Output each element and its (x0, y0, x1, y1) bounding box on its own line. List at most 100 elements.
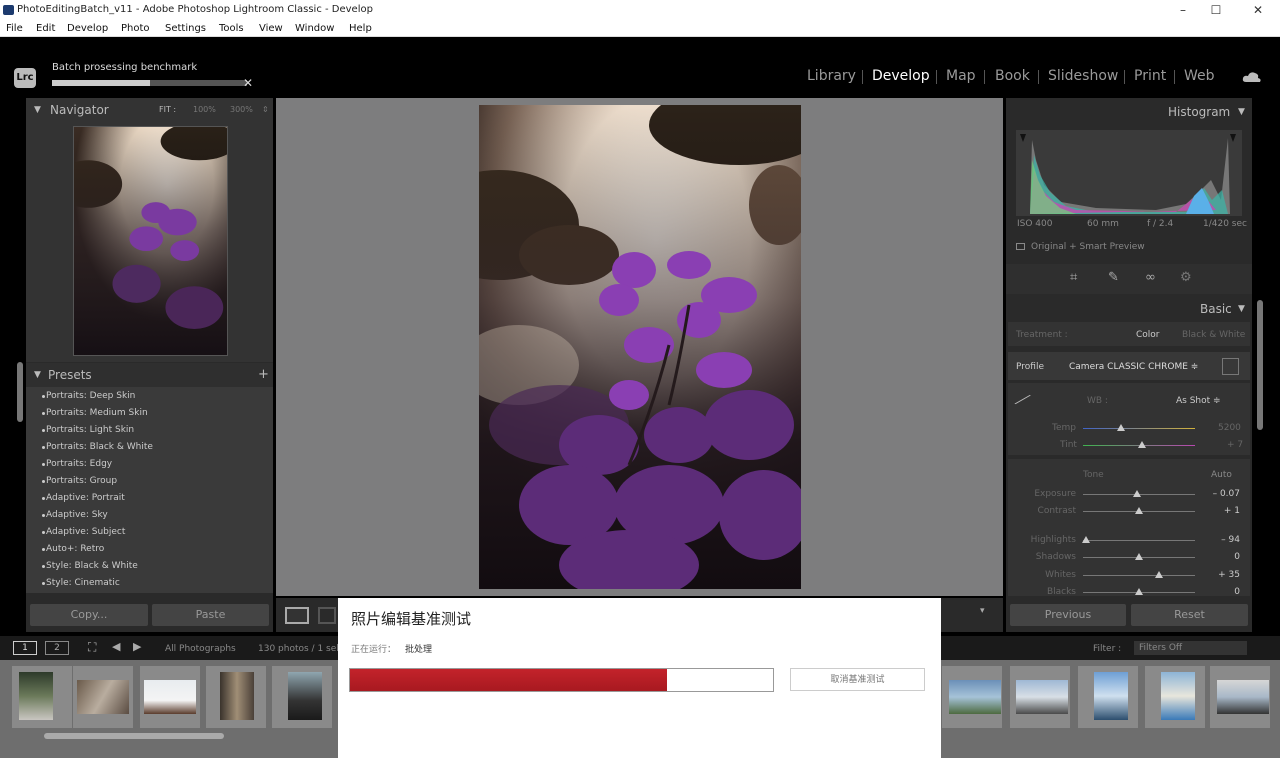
filmstrip-thumbnail[interactable] (144, 680, 196, 714)
tint-value[interactable]: + 7 (1227, 440, 1243, 450)
preset-item[interactable]: Portraits: Deep Skin (41, 391, 135, 401)
tone-slider-knob[interactable] (1135, 553, 1143, 560)
add-preset-icon[interactable]: + (258, 363, 269, 387)
maximize-button[interactable]: ☐ (1201, 0, 1231, 20)
filmstrip-source[interactable]: All Photographs (165, 644, 236, 654)
zoom-300[interactable]: 300% (230, 98, 253, 122)
menu-develop[interactable]: Develop (67, 20, 108, 37)
profile-browser-icon[interactable] (1222, 358, 1239, 375)
tone-slider-knob[interactable] (1155, 571, 1164, 578)
temp-slider[interactable] (1083, 428, 1195, 429)
tone-slider-value[interactable]: 0 (1234, 552, 1240, 562)
paste-button[interactable]: Paste (152, 604, 269, 626)
treatment-bw-option[interactable]: Black & White (1182, 330, 1245, 340)
tint-slider-knob[interactable] (1138, 441, 1146, 448)
menu-view[interactable]: View (259, 20, 283, 37)
menu-settings[interactable]: Settings (165, 20, 206, 37)
copy-button[interactable]: Copy... (30, 604, 148, 626)
temp-slider-knob[interactable] (1117, 424, 1125, 431)
filmstrip-thumbnail[interactable] (220, 672, 254, 720)
menu-photo[interactable]: Photo (121, 20, 150, 37)
preset-item[interactable]: Portraits: Medium Skin (42, 408, 148, 418)
module-develop[interactable]: Develop (872, 68, 930, 84)
loupe-view-icon[interactable] (285, 607, 309, 624)
histogram-graph[interactable] (1016, 130, 1242, 216)
cancel-benchmark-button[interactable]: 取消基准测试 (790, 668, 925, 691)
filmstrip-scrollbar[interactable] (44, 733, 224, 739)
filmstrip-thumbnail[interactable] (1161, 672, 1195, 720)
filmstrip-thumbnail[interactable] (288, 672, 322, 720)
tone-slider-value[interactable]: 0 (1234, 587, 1240, 597)
forward-arrow-icon[interactable]: ▶ (133, 640, 141, 653)
masking-icon[interactable]: ⚙ (1180, 270, 1192, 285)
module-library[interactable]: Library (807, 68, 856, 84)
tone-slider-value[interactable]: + 35 (1218, 570, 1240, 580)
histogram-header[interactable]: Histogram ▼ (1006, 100, 1252, 124)
reset-button[interactable]: Reset (1131, 604, 1248, 626)
page-1-button[interactable]: 1 (13, 641, 37, 655)
wb-dropdown[interactable]: As Shot ≑ (1176, 396, 1221, 406)
compare-view-icon[interactable] (318, 607, 336, 624)
tone-slider-knob[interactable] (1135, 588, 1143, 595)
close-button[interactable]: ✕ (1243, 0, 1273, 20)
preset-item[interactable]: Portraits: Light Skin (41, 425, 134, 435)
minimize-button[interactable]: – (1168, 0, 1198, 20)
preset-item[interactable]: Portraits: Group (41, 476, 117, 486)
left-scrollbar[interactable] (17, 362, 23, 422)
preset-item[interactable]: Adaptive: Portrait (42, 493, 125, 503)
module-slideshow[interactable]: Slideshow (1048, 68, 1118, 84)
preset-item[interactable]: Adaptive: Subject (41, 527, 125, 537)
filmstrip-thumbnail[interactable] (77, 680, 129, 714)
cloud-sync-icon[interactable] (1242, 70, 1262, 84)
zoom-fit[interactable]: FIT : (159, 98, 176, 122)
filmstrip-thumbnail[interactable] (1217, 680, 1269, 714)
filmstrip-thumbnail[interactable] (1094, 672, 1128, 720)
basic-header[interactable]: Basic ▼ (1006, 297, 1252, 321)
treatment-color-option[interactable]: Color (1136, 330, 1160, 340)
crop-tool-icon[interactable]: ⌗ (1070, 270, 1077, 285)
tone-slider-track[interactable] (1083, 540, 1195, 541)
module-print[interactable]: Print (1134, 68, 1166, 84)
zoom-dropdown-icon[interactable]: ⇕ (262, 98, 269, 122)
healing-brush-icon[interactable]: ✎ (1108, 270, 1119, 285)
menu-file[interactable]: File (6, 20, 23, 37)
menu-tools[interactable]: Tools (219, 20, 244, 37)
module-book[interactable]: Book (995, 68, 1030, 84)
filmstrip-thumbnail[interactable] (1016, 680, 1068, 714)
preset-item[interactable]: Style: Cinematic (42, 578, 120, 588)
page-2-button[interactable]: 2 (45, 641, 69, 655)
previous-button[interactable]: Previous (1010, 604, 1126, 626)
navigator-header[interactable]: ▼ Navigator FIT : 100% 300% ⇕ (26, 98, 273, 122)
temp-value[interactable]: 5200 (1218, 423, 1241, 433)
menu-help[interactable]: Help (349, 20, 372, 37)
filmstrip-thumbnail[interactable] (19, 672, 53, 720)
back-arrow-icon[interactable]: ◀ (112, 640, 120, 653)
tone-slider-knob[interactable] (1132, 490, 1141, 497)
module-web[interactable]: Web (1184, 68, 1215, 84)
module-map[interactable]: Map (946, 68, 976, 84)
presets-header[interactable]: ▼ Presets + (26, 363, 273, 387)
toolbar-dropdown-icon[interactable]: ▾ (980, 606, 985, 616)
tone-slider-knob[interactable] (1082, 536, 1091, 543)
tone-auto-button[interactable]: Auto (1211, 470, 1232, 480)
tone-slider-value[interactable]: + 1 (1224, 506, 1240, 516)
preset-item[interactable]: Auto+: Retro (41, 544, 104, 554)
red-eye-icon[interactable]: ∞ (1145, 270, 1156, 285)
cancel-job-icon[interactable]: ✕ (243, 76, 253, 90)
tone-slider-track[interactable] (1083, 575, 1195, 576)
menu-edit[interactable]: Edit (36, 20, 55, 37)
preset-item[interactable]: Portraits: Edgy (41, 459, 112, 469)
filmstrip-thumbnail[interactable] (949, 680, 1001, 714)
navigator-preview[interactable] (73, 126, 228, 356)
menu-window[interactable]: Window (295, 20, 334, 37)
preset-item[interactable]: Adaptive: Sky (42, 510, 108, 520)
grid-view-icon[interactable]: ⛶ (88, 640, 96, 655)
right-scrollbar[interactable] (1257, 300, 1263, 430)
zoom-100[interactable]: 100% (193, 98, 216, 122)
main-photo[interactable] (479, 105, 801, 589)
filter-dropdown[interactable]: Filters Off (1134, 641, 1247, 655)
preset-item[interactable]: Portraits: Black & White (42, 442, 153, 452)
tone-slider-value[interactable]: – 0.07 (1213, 489, 1240, 499)
preset-item[interactable]: Style: Black & White (42, 561, 138, 571)
tone-slider-value[interactable]: – 94 (1221, 535, 1240, 545)
